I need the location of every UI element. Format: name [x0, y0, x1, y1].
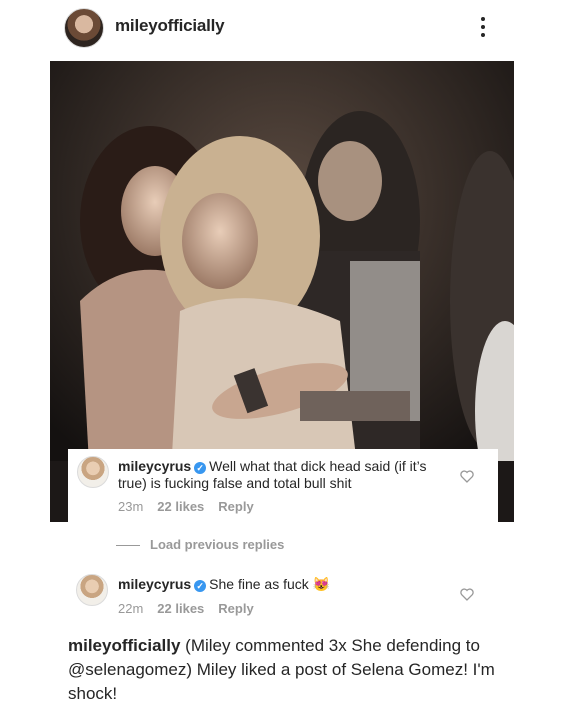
heart-icon[interactable]	[460, 470, 474, 483]
comment-avatar[interactable]	[76, 574, 108, 606]
comment-meta: 22m 22 likes Reply	[118, 601, 268, 616]
comment-likes[interactable]: 22 likes	[157, 601, 204, 616]
comment-likes[interactable]: 22 likes	[157, 499, 204, 514]
reply-button[interactable]: Reply	[218, 601, 253, 616]
comment-time: 22m	[118, 601, 144, 616]
verified-badge-icon: ✓	[194, 580, 207, 592]
more-options-icon[interactable]	[475, 14, 491, 42]
comment-username[interactable]: mileycyrus	[118, 576, 191, 592]
cat-heart-eyes-emoji: 😻	[312, 576, 331, 592]
reply-button[interactable]: Reply	[218, 499, 253, 514]
comment-time: 23m	[118, 499, 144, 514]
verified-badge-icon: ✓	[194, 462, 207, 474]
heart-icon[interactable]	[460, 588, 474, 601]
load-previous-label[interactable]: Load previous replies	[150, 537, 284, 552]
post-header: mileyofficially	[0, 0, 564, 56]
post-caption: mileyofficially (Miley commented 3x She …	[68, 634, 508, 705]
post-username[interactable]: mileyofficially	[115, 16, 225, 36]
caption-username[interactable]: mileyofficially	[68, 636, 180, 655]
comment-meta: 23m 22 likes Reply	[118, 499, 268, 514]
comment: mileycyrus ✓ She fine as fuck 😻	[118, 576, 448, 593]
comment: mileycyrus ✓ Well what that dick head said…	[118, 458, 448, 492]
comment-text: She fine as fuck	[209, 576, 309, 592]
divider-line	[116, 545, 140, 546]
comment-avatar[interactable]	[77, 456, 109, 488]
avatar[interactable]	[64, 8, 104, 48]
comment-username[interactable]: mileycyrus	[118, 458, 191, 474]
